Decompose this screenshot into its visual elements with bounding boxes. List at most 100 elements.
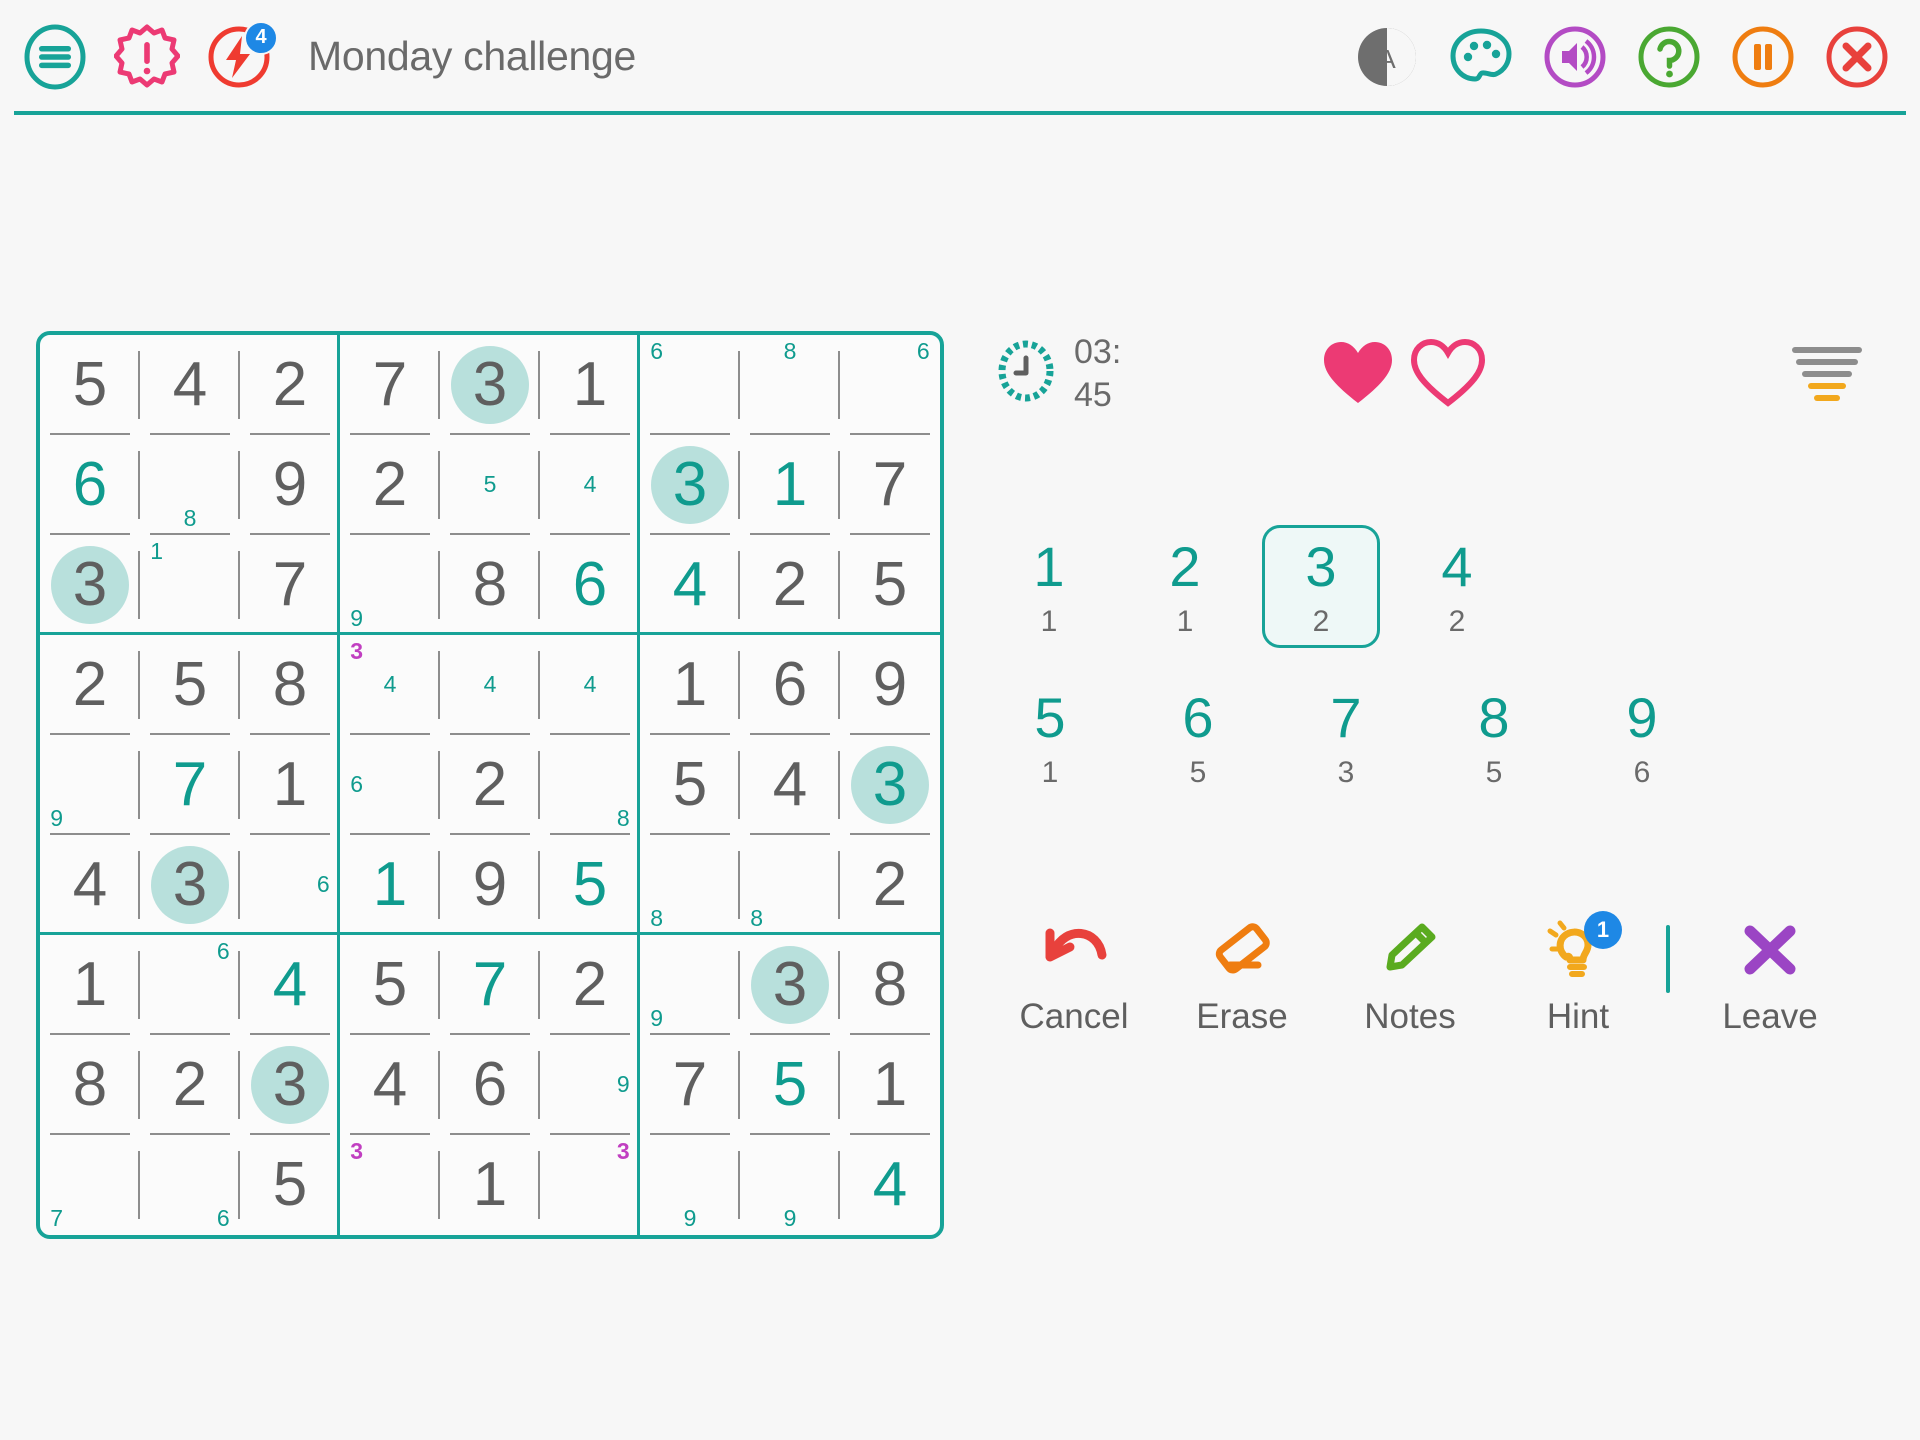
cell-r6c1[interactable]: 4	[40, 835, 140, 935]
cell-r4c2[interactable]: 5	[140, 635, 240, 735]
cell-r7c7[interactable]: 9	[640, 935, 740, 1035]
cell-r4c6[interactable]: 4	[540, 635, 640, 735]
difficulty-icon[interactable]	[1786, 337, 1868, 414]
numpad-key-5[interactable]: 51	[990, 676, 1110, 799]
cell-r6c4[interactable]: 1	[340, 835, 440, 935]
contrast-theme-icon[interactable]: A	[1354, 24, 1420, 90]
cell-r6c2[interactable]: 3	[140, 835, 240, 935]
cell-r3c2[interactable]: 1	[140, 535, 240, 635]
number-pad[interactable]: 11213242 5165738596	[990, 525, 1890, 799]
cell-r6c5[interactable]: 9	[440, 835, 540, 935]
cell-r5c4[interactable]: 6	[340, 735, 440, 835]
cell-r1c2[interactable]: 4	[140, 335, 240, 435]
hint-button[interactable]: 1 Hint	[1494, 910, 1662, 1037]
cell-r1c6[interactable]: 1	[540, 335, 640, 435]
cell-r8c8[interactable]: 5	[740, 1035, 840, 1135]
cell-r9c9[interactable]: 4	[840, 1135, 940, 1235]
cell-r7c5[interactable]: 7	[440, 935, 540, 1035]
cell-r6c9[interactable]: 2	[840, 835, 940, 935]
cell-r9c8[interactable]: 9	[740, 1135, 840, 1235]
cell-r7c8[interactable]: 3	[740, 935, 840, 1035]
pause-icon[interactable]	[1730, 24, 1796, 90]
cell-r9c6[interactable]: 3	[540, 1135, 640, 1235]
energy-icon[interactable]: 4	[206, 20, 278, 90]
cell-r8c6[interactable]: 9	[540, 1035, 640, 1135]
numpad-key-3[interactable]: 32	[1262, 525, 1380, 648]
numpad-key-8[interactable]: 85	[1434, 676, 1554, 799]
numpad-key-2[interactable]: 21	[1126, 525, 1244, 648]
numpad-key-6[interactable]: 65	[1138, 676, 1258, 799]
cell-r7c1[interactable]: 1	[40, 935, 140, 1035]
cell-r8c3[interactable]: 3	[240, 1035, 340, 1135]
cell-r3c8[interactable]: 2	[740, 535, 840, 635]
cell-r7c4[interactable]: 5	[340, 935, 440, 1035]
cell-r2c6[interactable]: 4	[540, 435, 640, 535]
cell-r3c1[interactable]: 3	[40, 535, 140, 635]
cell-r8c2[interactable]: 2	[140, 1035, 240, 1135]
cell-r2c4[interactable]: 2	[340, 435, 440, 535]
erase-button[interactable]: Erase	[1158, 917, 1326, 1037]
help-icon[interactable]	[1636, 24, 1702, 90]
cell-r3c4[interactable]: 9	[340, 535, 440, 635]
cell-r2c5[interactable]: 5	[440, 435, 540, 535]
numpad-key-9[interactable]: 96	[1582, 676, 1702, 799]
cell-r2c9[interactable]: 7	[840, 435, 940, 535]
cell-r3c6[interactable]: 6	[540, 535, 640, 635]
cancel-button[interactable]: Cancel	[990, 917, 1158, 1037]
cell-r5c7[interactable]: 5	[640, 735, 740, 835]
cell-r1c3[interactable]: 2	[240, 335, 340, 435]
cell-r4c1[interactable]: 2	[40, 635, 140, 735]
cell-r6c6[interactable]: 5	[540, 835, 640, 935]
cell-r5c2[interactable]: 7	[140, 735, 240, 835]
sound-icon[interactable]	[1542, 24, 1608, 90]
mistakes-icon[interactable]	[114, 24, 180, 90]
cell-r8c4[interactable]: 4	[340, 1035, 440, 1135]
numpad-key-7[interactable]: 73	[1286, 676, 1406, 799]
cell-r2c7[interactable]: 3	[640, 435, 740, 535]
cell-r8c1[interactable]: 8	[40, 1035, 140, 1135]
palette-icon[interactable]	[1448, 24, 1514, 90]
notes-button[interactable]: Notes	[1326, 917, 1494, 1037]
numpad-key-4[interactable]: 42	[1398, 525, 1516, 648]
cell-r3c5[interactable]: 8	[440, 535, 540, 635]
cell-r8c9[interactable]: 1	[840, 1035, 940, 1135]
cell-r3c3[interactable]: 7	[240, 535, 340, 635]
cell-r4c8[interactable]: 6	[740, 635, 840, 735]
cell-r5c5[interactable]: 2	[440, 735, 540, 835]
cell-r5c9[interactable]: 3	[840, 735, 940, 835]
cell-r9c4[interactable]: 3	[340, 1135, 440, 1235]
cell-r2c3[interactable]: 9	[240, 435, 340, 535]
cell-r4c4[interactable]: 34	[340, 635, 440, 735]
cell-r1c5[interactable]: 3	[440, 335, 540, 435]
cell-r1c1[interactable]: 5	[40, 335, 140, 435]
cell-r8c5[interactable]: 6	[440, 1035, 540, 1135]
cell-r5c1[interactable]: 9	[40, 735, 140, 835]
cell-r7c2[interactable]: 6	[140, 935, 240, 1035]
menu-icon[interactable]	[22, 24, 88, 90]
cell-r5c6[interactable]: 8	[540, 735, 640, 835]
cell-r5c3[interactable]: 1	[240, 735, 340, 835]
cell-r6c3[interactable]: 6	[240, 835, 340, 935]
cell-r2c8[interactable]: 1	[740, 435, 840, 535]
cell-r4c3[interactable]: 8	[240, 635, 340, 735]
cell-r2c1[interactable]: 6	[40, 435, 140, 535]
cell-r9c5[interactable]: 1	[440, 1135, 540, 1235]
cell-r1c4[interactable]: 7	[340, 335, 440, 435]
cell-r9c1[interactable]: 7	[40, 1135, 140, 1235]
cell-r3c9[interactable]: 5	[840, 535, 940, 635]
cell-r6c8[interactable]: 8	[740, 835, 840, 935]
sudoku-board[interactable]: 5427316866892543173179864252583444169971…	[36, 331, 944, 1239]
cell-r2c2[interactable]: 8	[140, 435, 240, 535]
cell-r6c7[interactable]: 8	[640, 835, 740, 935]
cell-r9c7[interactable]: 9	[640, 1135, 740, 1235]
cell-r7c9[interactable]: 8	[840, 935, 940, 1035]
cell-r7c6[interactable]: 2	[540, 935, 640, 1035]
cell-r4c5[interactable]: 4	[440, 635, 540, 735]
cell-r5c8[interactable]: 4	[740, 735, 840, 835]
cell-r9c2[interactable]: 6	[140, 1135, 240, 1235]
cell-r7c3[interactable]: 4	[240, 935, 340, 1035]
cell-r4c9[interactable]: 9	[840, 635, 940, 735]
cell-r9c3[interactable]: 5	[240, 1135, 340, 1235]
close-icon[interactable]	[1824, 24, 1890, 90]
cell-r8c7[interactable]: 7	[640, 1035, 740, 1135]
